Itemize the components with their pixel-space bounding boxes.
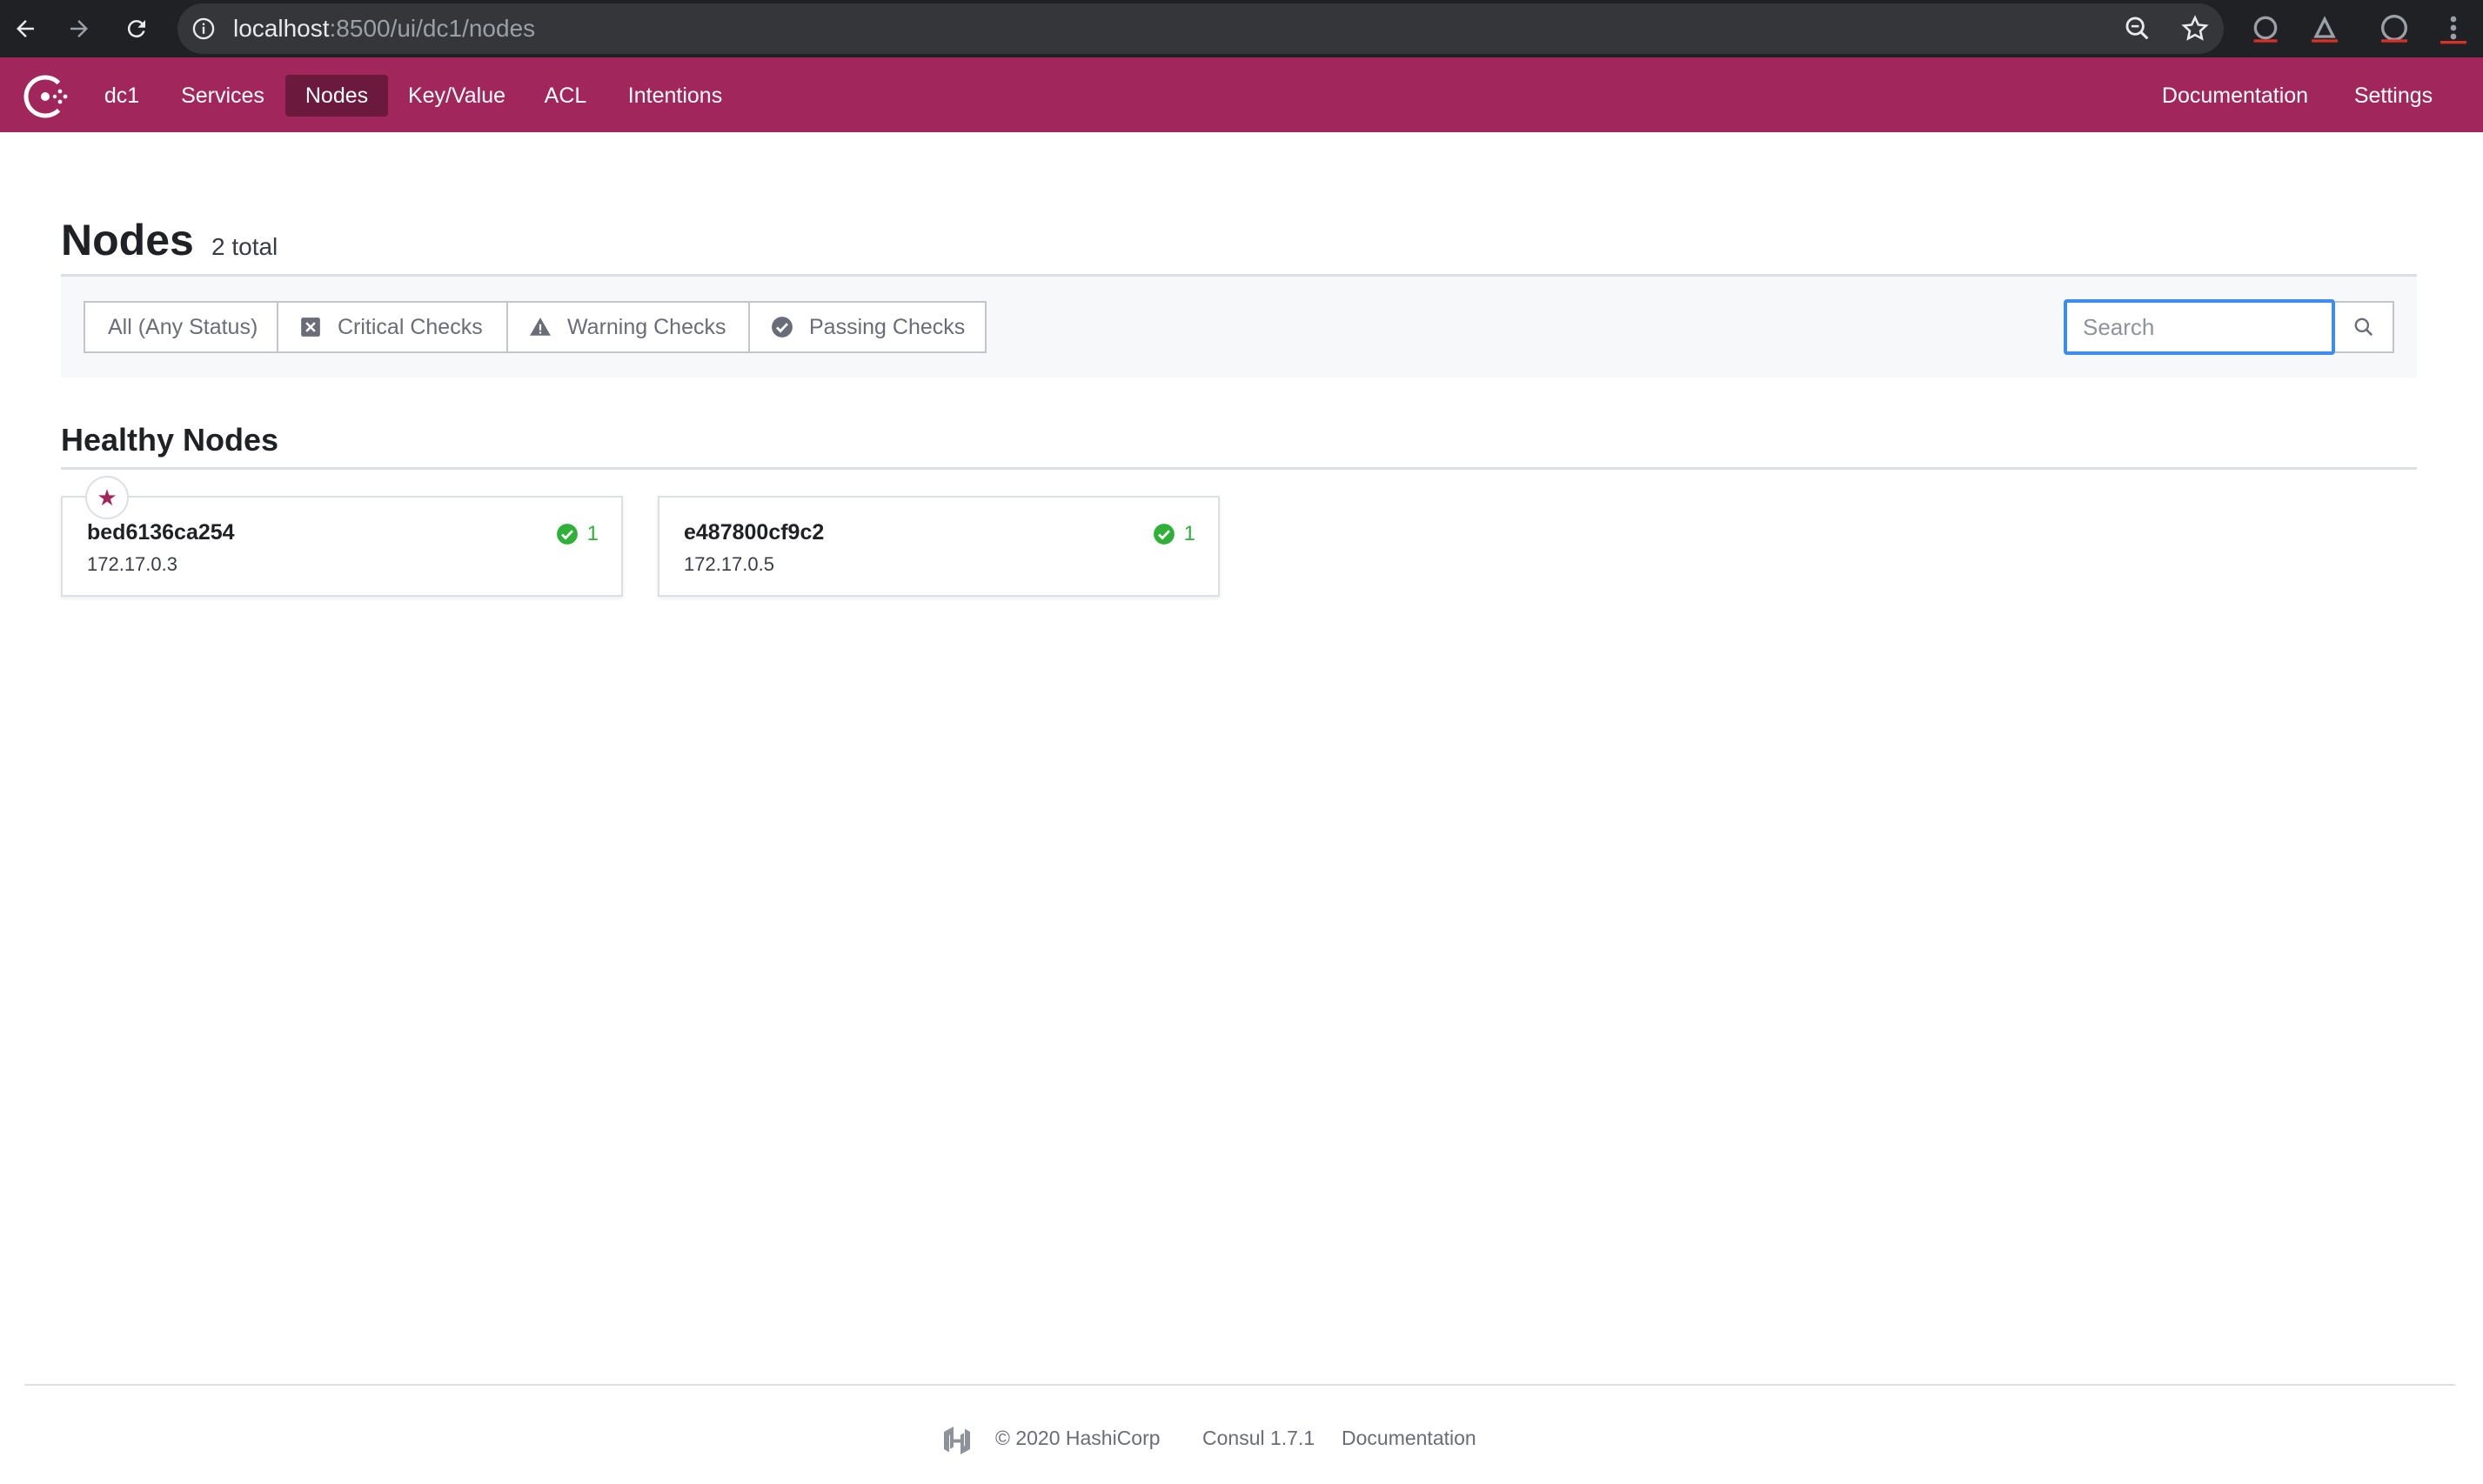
nav-key-value[interactable]: Key/Value [395,75,519,117]
forward-icon[interactable] [56,5,103,52]
search-icon [2354,318,2373,337]
filter-label: All (Any Status) [108,314,258,339]
filter-passing-checks[interactable]: Passing Checks [750,301,987,353]
node-name[interactable]: e487800cf9c2 [684,520,824,545]
app-header: dc1 Services Nodes Key/Value ACL Intenti… [0,57,2483,132]
reload-icon[interactable] [113,5,160,52]
passing-check-icon [1153,524,1175,545]
filter-label: Passing Checks [809,314,966,339]
hashicorp-logo-icon[interactable] [940,1423,974,1458]
warning-icon [530,318,551,336]
url-path: :8500/ui/dc1/nodes [329,15,536,42]
back-icon[interactable] [2,5,49,52]
page-title: Nodes [61,216,194,264]
bookmark-star-icon[interactable] [2180,14,2210,43]
url-text: localhost:8500/ui/dc1/nodes [233,15,535,43]
profile-avatar-icon[interactable] [2377,10,2412,45]
footer-documentation-link[interactable]: Documentation [1342,1427,1476,1450]
critical-icon [301,318,320,337]
nav-services[interactable]: Services [167,75,278,117]
nav-acl[interactable]: ACL [531,75,600,117]
leader-star-icon: ★ [85,476,129,519]
node-health-status: 1 [1153,522,1195,546]
node-address: 172.17.0.5 [684,553,774,575]
footer: © 2020 HashiCorp Consul 1.7.1 Documentat… [0,1423,2483,1458]
footer-divider [24,1384,2455,1386]
section-divider [61,467,2417,470]
extension-icon[interactable] [2307,10,2342,45]
footer-copyright: © 2020 HashiCorp [995,1427,1161,1449]
zoom-icon[interactable] [2123,14,2152,43]
site-info-icon[interactable] [191,17,216,41]
browser-toolbar: localhost:8500/ui/dc1/nodes [0,0,2483,57]
nav-documentation[interactable]: Documentation [2144,75,2326,117]
filter-all-status[interactable]: All (Any Status) [84,301,278,353]
filter-label: Warning Checks [567,314,726,339]
search-button[interactable] [2335,301,2394,353]
node-card[interactable]: bed6136ca254 172.17.0.3 1 [61,496,623,597]
search-input[interactable] [2064,299,2335,355]
passing-icon [772,317,793,338]
datacenter-selector[interactable]: dc1 [90,75,153,117]
node-card[interactable]: e487800cf9c2 172.17.0.5 1 [658,496,1220,597]
passing-check-icon [556,524,578,545]
address-bar[interactable]: localhost:8500/ui/dc1/nodes [177,3,2224,54]
url-host: localhost [233,15,330,42]
passing-count: 1 [1183,522,1195,545]
consul-logo-icon[interactable] [21,72,70,121]
passing-count: 1 [586,522,599,545]
filter-critical-checks[interactable]: Critical Checks [278,301,508,353]
footer-version[interactable]: Consul 1.7.1 [1202,1427,1315,1450]
nav-nodes[interactable]: Nodes [285,75,388,117]
node-count: 2 total [211,233,278,260]
extension-icon[interactable] [2248,10,2283,45]
filter-label: Critical Checks [338,314,483,339]
filter-warning-checks[interactable]: Warning Checks [508,301,750,353]
nav-intentions[interactable]: Intentions [611,75,740,117]
node-address: 172.17.0.3 [87,553,177,575]
node-health-status: 1 [556,522,599,546]
node-name[interactable]: bed6136ca254 [87,520,235,545]
section-title: Healthy Nodes [61,422,279,458]
nav-settings[interactable]: Settings [2339,75,2448,117]
browser-menu-icon[interactable] [2436,10,2471,45]
